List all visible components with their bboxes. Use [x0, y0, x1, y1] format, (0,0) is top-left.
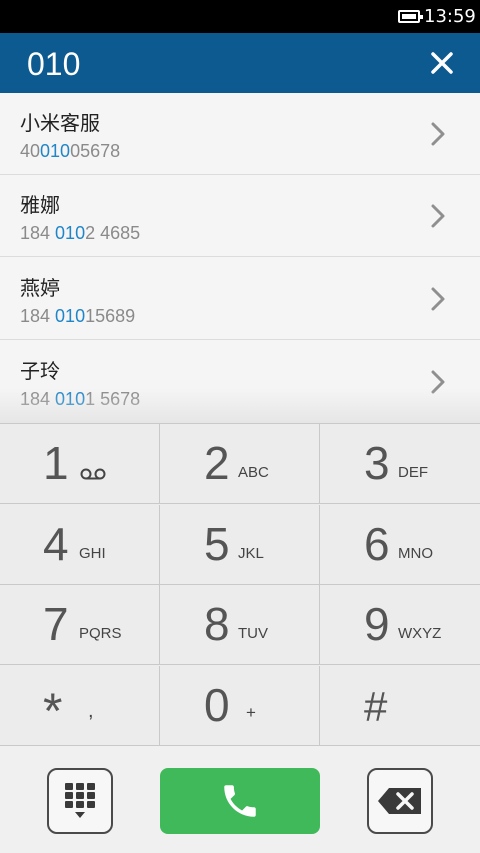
chevron-right-icon[interactable]	[428, 203, 448, 229]
key-letters: DEF	[398, 464, 428, 481]
contact-number: 184 0101 5678	[20, 389, 141, 409]
key-letters: JKL	[238, 545, 264, 562]
number-match-highlight: 010	[40, 141, 71, 161]
key-letters: +	[246, 703, 256, 722]
key-digit: 7	[43, 598, 69, 650]
chevron-right-icon[interactable]	[428, 369, 448, 395]
status-time: 13:59	[424, 6, 476, 27]
contact-name: 雅娜	[20, 193, 60, 217]
key-0[interactable]: 0 +	[160, 666, 320, 746]
contact-name: 燕婷	[20, 276, 60, 300]
toggle-keypad-button[interactable]	[47, 768, 113, 834]
voicemail-icon	[80, 468, 106, 480]
key-letters: ABC	[238, 464, 269, 481]
key-digit: 9	[364, 598, 390, 650]
clear-button[interactable]	[420, 41, 464, 85]
call-button[interactable]	[160, 768, 320, 834]
contact-row[interactable]: 雅娜 184 0102 4685	[0, 175, 480, 257]
key-digit: 0	[204, 679, 230, 731]
key-letters: MNO	[398, 545, 433, 562]
number-match-highlight: 010	[55, 223, 86, 243]
key-digit: *	[43, 683, 63, 739]
key-digit: 6	[364, 518, 390, 570]
key-3[interactable]: 3 DEF	[320, 424, 480, 504]
dialed-number-display[interactable]: 010	[27, 45, 80, 83]
status-bar: 13:59	[0, 0, 480, 33]
key-1[interactable]: 1	[0, 424, 160, 504]
backspace-button[interactable]	[367, 768, 433, 834]
contact-row[interactable]: 燕婷 184 01015689	[0, 258, 480, 340]
contact-number: 184 01015689	[20, 306, 136, 326]
key-9[interactable]: 9 WXYZ	[320, 585, 480, 665]
key-digit: 1	[43, 437, 69, 489]
dial-keypad: 1 2 ABC 3 DEF 4 GHI 5 JKL 6 MNO 7 PQRS 8…	[0, 423, 480, 746]
key-7[interactable]: 7 PQRS	[0, 585, 160, 665]
matching-contacts-list: 小米客服 4001005678 雅娜 184 0102 4685 燕婷 184 …	[0, 93, 480, 423]
key-digit: 3	[364, 437, 390, 489]
key-star[interactable]: * ,	[0, 666, 160, 746]
key-digit: 4	[43, 518, 69, 570]
contact-number: 184 0102 4685	[20, 223, 141, 243]
contact-number: 4001005678	[20, 141, 121, 161]
key-hash[interactable]: #	[320, 666, 480, 746]
backspace-icon	[378, 788, 421, 814]
battery-icon	[398, 10, 423, 23]
key-2[interactable]: 2 ABC	[160, 424, 320, 504]
key-4[interactable]: 4 GHI	[0, 505, 160, 585]
close-icon	[431, 52, 453, 74]
key-letters: GHI	[79, 545, 106, 562]
chevron-right-icon[interactable]	[428, 121, 448, 147]
key-letters: WXYZ	[398, 625, 442, 642]
key-letters: TUV	[238, 625, 268, 642]
dialer-header: 010	[0, 33, 480, 93]
key-5[interactable]: 5 JKL	[160, 505, 320, 585]
key-letters: ,	[88, 700, 94, 722]
contact-row[interactable]: 子玲 184 0101 5678	[0, 341, 480, 423]
number-match-highlight: 010	[55, 389, 86, 409]
dialpad-toggle-icon	[65, 783, 95, 818]
key-letters: PQRS	[79, 625, 122, 642]
dialer-action-bar	[0, 745, 480, 853]
chevron-right-icon[interactable]	[428, 286, 448, 312]
key-digit: 8	[204, 598, 230, 650]
number-match-highlight: 010	[55, 306, 86, 326]
contact-name: 子玲	[20, 359, 60, 383]
key-digit: #	[364, 683, 388, 730]
contact-name: 小米客服	[20, 111, 100, 135]
key-digit: 5	[204, 518, 230, 570]
key-digit: 2	[204, 437, 230, 489]
key-8[interactable]: 8 TUV	[160, 585, 320, 665]
key-6[interactable]: 6 MNO	[320, 505, 480, 585]
phone-icon	[224, 785, 256, 817]
contact-row[interactable]: 小米客服 4001005678	[0, 93, 480, 175]
